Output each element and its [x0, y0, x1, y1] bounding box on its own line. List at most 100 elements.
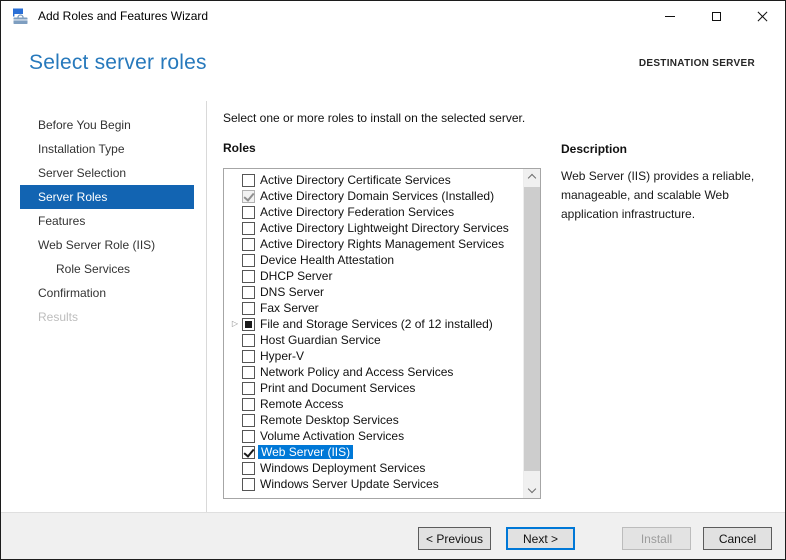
wizard-window: Add Roles and Features Wizard Select ser… [0, 0, 786, 560]
minimize-icon [665, 16, 675, 17]
role-checkbox[interactable] [242, 414, 255, 427]
role-checkbox[interactable] [242, 462, 255, 475]
role-checkbox[interactable] [242, 286, 255, 299]
roles-scrollbar[interactable] [523, 169, 540, 498]
role-label: Volume Activation Services [260, 429, 404, 443]
role-label: Network Policy and Access Services [260, 365, 453, 379]
role-label: Web Server (IIS) [258, 445, 353, 459]
description-text: Web Server (IIS) provides a reliable, ma… [561, 167, 773, 224]
role-row-hyper-v[interactable]: Hyper-V [224, 348, 523, 364]
role-label: DNS Server [260, 285, 324, 299]
server-manager-icon [12, 8, 29, 25]
next-button[interactable]: Next > [506, 527, 575, 550]
role-row-windows-deployment-services[interactable]: Windows Deployment Services [224, 460, 523, 476]
chevron-down-icon [528, 485, 536, 493]
role-checkbox[interactable] [242, 254, 255, 267]
role-checkbox[interactable] [242, 222, 255, 235]
sidebar-item-server-selection[interactable]: Server Selection [1, 161, 206, 185]
role-checkbox[interactable] [242, 174, 255, 187]
role-row-dns-server[interactable]: DNS Server [224, 284, 523, 300]
sidebar-item-server-roles[interactable]: Server Roles [20, 185, 194, 209]
scroll-down-button[interactable] [524, 481, 540, 498]
maximize-button[interactable] [693, 1, 739, 32]
sidebar-item-features[interactable]: Features [1, 209, 206, 233]
footer-buttons: < Previous Next > Install Cancel [418, 527, 772, 550]
role-checkbox[interactable] [242, 238, 255, 251]
minimize-button[interactable] [647, 1, 693, 32]
role-label: Active Directory Lightweight Directory S… [260, 221, 509, 235]
role-label: Windows Server Update Services [260, 477, 439, 491]
title-bar: Add Roles and Features Wizard [1, 1, 785, 32]
role-row-device-health-attestation[interactable]: Device Health Attestation [224, 252, 523, 268]
chevron-up-icon [528, 174, 536, 182]
role-row-active-directory-lightweight-directory-services[interactable]: Active Directory Lightweight Directory S… [224, 220, 523, 236]
role-row-active-directory-domain-services-installed[interactable]: Active Directory Domain Services (Instal… [224, 188, 523, 204]
sidebar-item-before-you-begin[interactable]: Before You Begin [1, 113, 206, 137]
role-label: Remote Access [260, 397, 343, 411]
role-checkbox[interactable] [242, 206, 255, 219]
role-label: Active Directory Domain Services (Instal… [260, 189, 494, 203]
role-row-active-directory-certificate-services[interactable]: Active Directory Certificate Services [224, 172, 523, 188]
role-checkbox[interactable] [242, 270, 255, 283]
sidebar-item-web-server-role-iis[interactable]: Web Server Role (IIS) [1, 233, 206, 257]
footer-bar: < Previous Next > Install Cancel [1, 512, 785, 559]
cancel-button[interactable]: Cancel [703, 527, 772, 550]
role-checkbox[interactable] [242, 318, 255, 331]
role-label: Device Health Attestation [260, 253, 394, 267]
role-checkbox [242, 190, 255, 203]
role-label: Remote Desktop Services [260, 413, 399, 427]
roles-rows: Active Directory Certificate Services Act… [224, 169, 523, 492]
close-icon [757, 11, 768, 22]
role-checkbox[interactable] [242, 430, 255, 443]
role-checkbox[interactable] [242, 302, 255, 315]
maximize-icon [712, 12, 721, 21]
role-label: Fax Server [260, 301, 319, 315]
sidebar-item-results: Results [1, 305, 206, 329]
scroll-up-button[interactable] [524, 169, 540, 186]
role-row-network-policy-and-access-services[interactable]: Network Policy and Access Services [224, 364, 523, 380]
role-row-dhcp-server[interactable]: DHCP Server [224, 268, 523, 284]
role-row-print-and-document-services[interactable]: Print and Document Services [224, 380, 523, 396]
role-row-file-and-storage-services-2-of-12-installed[interactable]: ▷ File and Storage Services (2 of 12 inst… [224, 316, 523, 332]
description-heading: Description [561, 142, 627, 156]
role-label: Active Directory Federation Services [260, 205, 454, 219]
role-row-host-guardian-service[interactable]: Host Guardian Service [224, 332, 523, 348]
role-row-active-directory-federation-services[interactable]: Active Directory Federation Services [224, 204, 523, 220]
role-checkbox[interactable] [242, 366, 255, 379]
role-checkbox[interactable] [242, 382, 255, 395]
role-row-remote-access[interactable]: Remote Access [224, 396, 523, 412]
role-row-active-directory-rights-management-services[interactable]: Active Directory Rights Management Servi… [224, 236, 523, 252]
role-label: Hyper-V [260, 349, 304, 363]
role-label: Active Directory Rights Management Servi… [260, 237, 504, 251]
roles-heading: Roles [223, 141, 256, 155]
role-checkbox[interactable] [242, 334, 255, 347]
destination-server-label: DESTINATION SERVER [639, 58, 755, 69]
close-button[interactable] [739, 1, 785, 32]
role-checkbox[interactable] [242, 350, 255, 363]
previous-button[interactable]: < Previous [418, 527, 491, 550]
role-label: Windows Deployment Services [260, 461, 425, 475]
role-checkbox[interactable] [242, 398, 255, 411]
role-row-web-server-iis[interactable]: Web Server (IIS) [224, 444, 523, 460]
sidebar-item-confirmation[interactable]: Confirmation [1, 281, 206, 305]
role-checkbox[interactable] [242, 446, 255, 459]
role-checkbox[interactable] [242, 478, 255, 491]
sidebar-item-role-services[interactable]: Role Services [1, 257, 206, 281]
install-button: Install [622, 527, 691, 550]
page-title: Select server roles [29, 51, 207, 75]
role-label: DHCP Server [260, 269, 332, 283]
role-label: Active Directory Certificate Services [260, 173, 451, 187]
instruction-text: Select one or more roles to install on t… [223, 111, 525, 125]
role-row-volume-activation-services[interactable]: Volume Activation Services [224, 428, 523, 444]
role-label: File and Storage Services (2 of 12 insta… [260, 317, 493, 331]
window-title: Add Roles and Features Wizard [38, 9, 208, 23]
sidebar-item-installation-type[interactable]: Installation Type [1, 137, 206, 161]
role-row-windows-server-update-services[interactable]: Windows Server Update Services [224, 476, 523, 492]
expand-arrow-icon[interactable]: ▷ [228, 316, 242, 332]
wizard-nav: Before You BeginInstallation TypeServer … [1, 113, 206, 329]
role-row-remote-desktop-services[interactable]: Remote Desktop Services [224, 412, 523, 428]
role-row-fax-server[interactable]: Fax Server [224, 300, 523, 316]
scrollbar-thumb[interactable] [524, 187, 540, 471]
role-label: Print and Document Services [260, 381, 415, 395]
sidebar-separator [206, 101, 207, 512]
